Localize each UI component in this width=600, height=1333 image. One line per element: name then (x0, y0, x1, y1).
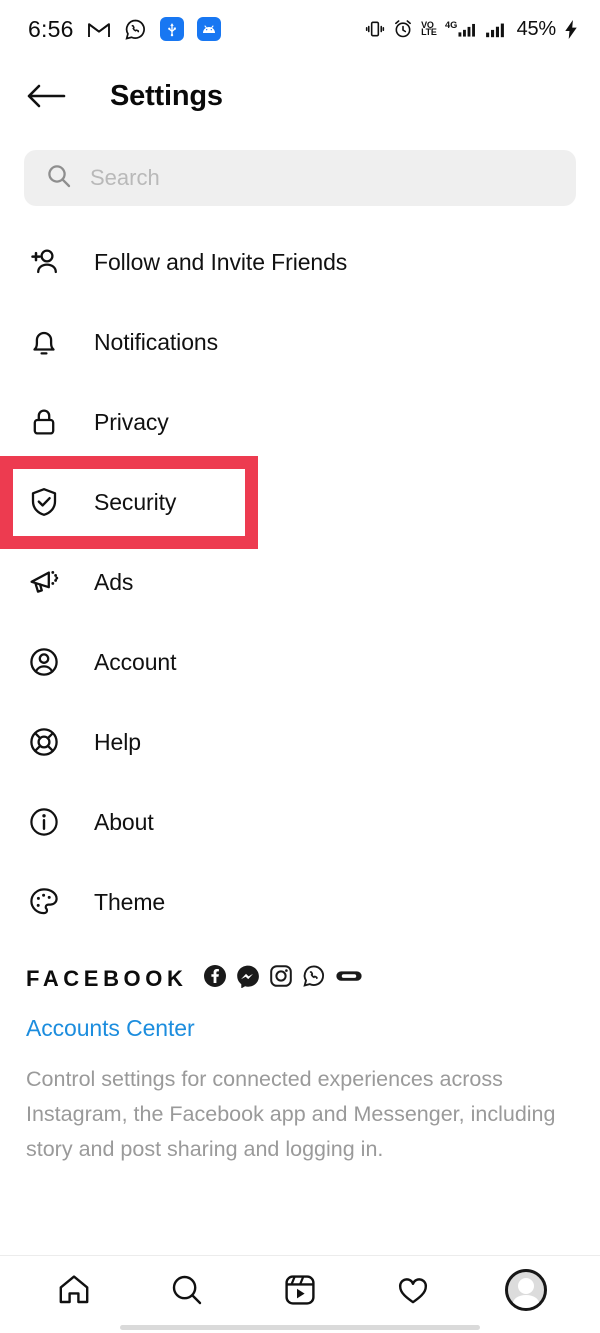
search-bar[interactable] (24, 150, 576, 206)
charging-bolt-icon (564, 19, 578, 40)
megaphone-icon (26, 564, 62, 600)
oculus-icon (335, 966, 363, 991)
usb-icon (159, 17, 184, 41)
facebook-section: FACEBOOK Accounts Center Control setting… (0, 942, 600, 1167)
status-bar-right: VO LTE 4G 45% (365, 18, 578, 41)
page-title: Settings (110, 79, 223, 112)
svg-text:4G: 4G (445, 20, 457, 30)
nav-reels-button[interactable] (272, 1262, 328, 1318)
nav-search-button[interactable] (159, 1262, 215, 1318)
messenger-icon (236, 964, 260, 993)
settings-menu: Follow and Invite Friends Notifications … (0, 206, 600, 942)
facebook-brand-icons (203, 964, 363, 993)
menu-item-theme[interactable]: Theme (0, 862, 600, 942)
whatsapp-icon (302, 964, 326, 993)
menu-item-label: About (94, 808, 154, 835)
menu-item-label: Privacy (94, 408, 169, 435)
signal-4g-icon: 4G (445, 19, 477, 39)
facebook-icon (203, 964, 227, 993)
search-icon (46, 163, 72, 194)
android-file-icon (196, 17, 221, 41)
menu-item-security[interactable]: Security (0, 462, 600, 542)
person-add-icon (26, 244, 62, 280)
menu-item-notifications[interactable]: Notifications (0, 302, 600, 382)
app-header: Settings (0, 58, 600, 134)
whatsapp-icon (124, 18, 147, 41)
bottom-navigation (0, 1255, 600, 1333)
lifebuoy-icon (26, 724, 62, 760)
signal-bars-icon (485, 19, 509, 39)
search-input[interactable] (90, 165, 554, 191)
nav-profile-button[interactable] (498, 1262, 554, 1318)
menu-item-follow-and-invite-friends[interactable]: Follow and Invite Friends (0, 222, 600, 302)
facebook-header: FACEBOOK (26, 964, 574, 993)
gesture-bar (120, 1325, 480, 1330)
menu-item-label: Security (94, 488, 177, 515)
search-section (0, 134, 600, 206)
instagram-icon (269, 964, 293, 993)
lock-icon (26, 404, 62, 440)
menu-item-account[interactable]: Account (0, 622, 600, 702)
bell-icon (26, 324, 62, 360)
menu-item-help[interactable]: Help (0, 702, 600, 782)
nav-home-button[interactable] (46, 1262, 102, 1318)
menu-item-about[interactable]: About (0, 782, 600, 862)
menu-item-privacy[interactable]: Privacy (0, 382, 600, 462)
menu-item-label: Notifications (94, 328, 218, 355)
gmail-icon (87, 20, 111, 39)
facebook-description: Control settings for connected experienc… (26, 1067, 556, 1161)
palette-icon (26, 884, 62, 920)
facebook-section-title: FACEBOOK (26, 965, 188, 991)
menu-item-label: Ads (94, 568, 134, 595)
menu-item-label: Account (94, 648, 177, 675)
status-time: 6:56 (28, 15, 74, 42)
menu-item-label: Theme (94, 888, 166, 915)
vibrate-icon (365, 19, 385, 39)
battery-percent: 45% (516, 17, 557, 40)
shield-check-icon (26, 484, 62, 520)
account-circle-icon (26, 644, 62, 680)
alarm-icon (393, 19, 413, 39)
avatar (504, 1268, 547, 1311)
menu-item-ads[interactable]: Ads (0, 542, 600, 622)
nav-activity-button[interactable] (385, 1262, 441, 1318)
accounts-center-link[interactable]: Accounts Center (26, 1015, 574, 1042)
info-circle-icon (26, 804, 62, 840)
back-button[interactable] (26, 81, 66, 111)
menu-item-label: Follow and Invite Friends (94, 248, 348, 275)
volte-icon: VO LTE (421, 19, 437, 37)
status-bar: 6:56 VO LTE 4G 45% (0, 0, 600, 58)
menu-item-label: Help (94, 728, 141, 755)
status-bar-left: 6:56 (28, 16, 221, 43)
